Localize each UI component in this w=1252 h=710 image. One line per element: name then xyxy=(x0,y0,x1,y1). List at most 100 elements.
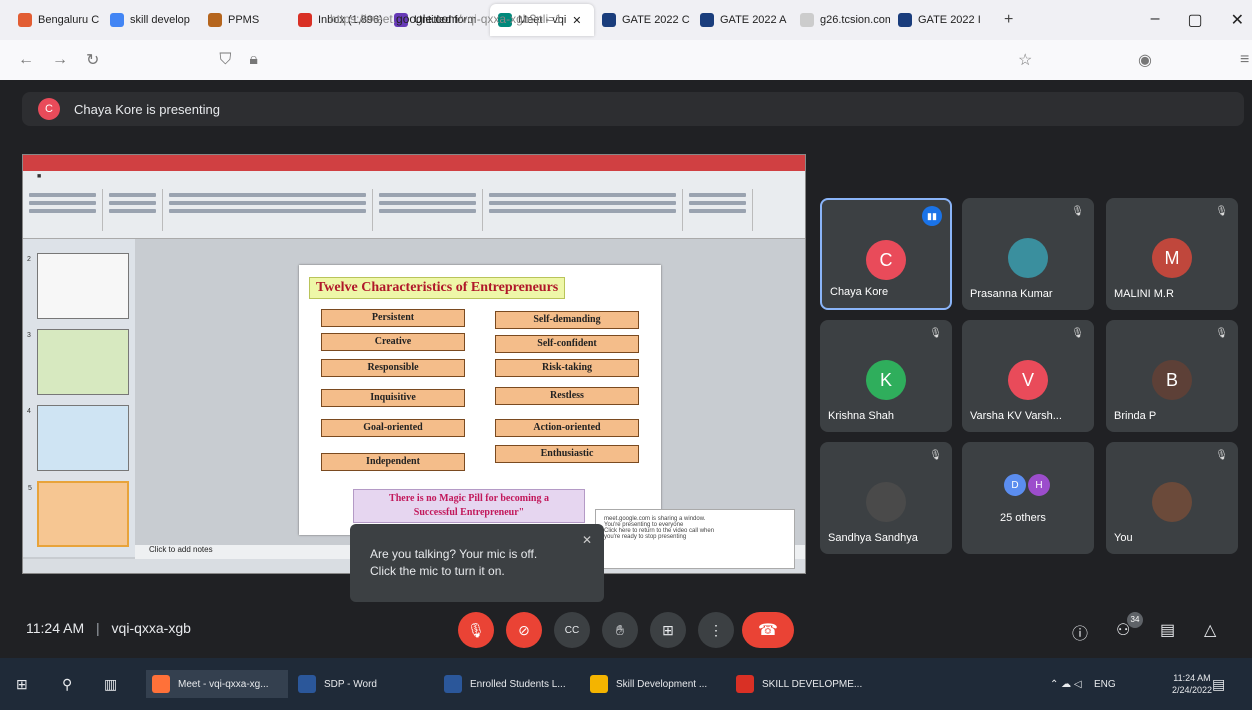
participant-avatar: C xyxy=(866,240,906,280)
mic-muted-icon: 🎙︎ xyxy=(1071,206,1084,217)
participant-name: MALINI M.R xyxy=(1114,288,1174,300)
browser-tab[interactable]: GATE 2022 I xyxy=(890,4,994,36)
trait-box: Responsible xyxy=(321,359,465,377)
app-icon xyxy=(444,675,462,693)
taskbar-app-label: Skill Development ... xyxy=(616,678,708,690)
mic-muted-icon: 🎙︎ xyxy=(929,450,942,461)
participant-avatar xyxy=(1152,482,1192,522)
window-controls: – ▢ ✕ xyxy=(1151,10,1244,30)
taskbar-app[interactable]: Enrolled Students L... xyxy=(438,670,580,698)
trait-box: Independent xyxy=(321,453,465,471)
shield-icon[interactable]: ⛉ xyxy=(219,51,231,69)
camera-off-button[interactable]: ⊘ xyxy=(506,612,542,648)
tab-favicon-icon xyxy=(800,13,814,27)
activities-icon[interactable]: △ xyxy=(1204,620,1216,640)
taskbar-app[interactable]: Skill Development ... xyxy=(584,670,726,698)
taskbar-app-label: SKILL DEVELOPME... xyxy=(762,678,863,690)
slide-thumbnail[interactable]: 2 xyxy=(27,253,129,319)
back-icon[interactable]: ← xyxy=(18,51,34,69)
slide-thumbnail[interactable]: 4 xyxy=(27,405,129,471)
tab-close-icon[interactable]: ✕ xyxy=(572,14,581,27)
more-vertical-icon: ⋮ xyxy=(709,621,723,638)
tab-label: GATE 2022 A xyxy=(720,14,787,26)
end-call-button[interactable]: ☎︎ xyxy=(742,612,794,648)
participant-name: Krishna Shah xyxy=(828,410,895,422)
system-clock[interactable]: 11:24 AM 2/24/2022 xyxy=(1172,672,1212,696)
popup-line: you're ready to stop presenting xyxy=(604,534,687,540)
browser-tab[interactable]: GATE 2022 A xyxy=(692,4,792,36)
slide-title: Twelve Characteristics of Entrepreneurs xyxy=(309,277,566,299)
meeting-time: 11:24 AM xyxy=(26,620,85,636)
participant-tile[interactable]: C Chaya Kore ▮▮ xyxy=(820,198,952,310)
participant-tile[interactable]: Prasanna Kumar 🎙︎ xyxy=(962,198,1094,310)
meeting-details-icon[interactable]: ⓘ xyxy=(1072,620,1088,644)
slide-thumbnail-selected[interactable]: 5 xyxy=(28,481,129,547)
hand-icon: ✋︎ xyxy=(616,621,624,638)
maximize-icon[interactable]: ▢ xyxy=(1187,10,1202,30)
new-tab-button[interactable]: + xyxy=(1004,11,1013,29)
presenting-text: Chaya Kore is presenting xyxy=(74,101,220,117)
more-options-button[interactable]: ⋮ xyxy=(698,612,734,648)
participant-avatar: B xyxy=(1152,360,1192,400)
system-tray-icons[interactable]: ⌃ ☁ ◁ xyxy=(1050,670,1082,698)
chat-icon[interactable]: ▤ xyxy=(1160,620,1175,640)
magic-pill-callout: There is no Magic Pill for becoming a Su… xyxy=(353,489,585,523)
task-view-icon[interactable]: ▥ xyxy=(104,670,117,698)
lock-icon[interactable]: 🔒︎ xyxy=(249,51,258,69)
notification-icon[interactable]: ▤ xyxy=(1212,670,1225,698)
browser-tab[interactable]: skill develop xyxy=(102,4,200,36)
participant-tile[interactable]: V Varsha KV Varsh... 🎙︎ xyxy=(962,320,1094,432)
url-field[interactable]: https://meet.google.com/vqi-qxxa-xgb?pli… xyxy=(330,12,562,26)
taskbar-app[interactable]: SDP - Word xyxy=(292,670,434,698)
windows-start-icon[interactable]: ⊞ xyxy=(16,670,28,698)
participant-tile[interactable]: K Krishna Shah 🎙︎ xyxy=(820,320,952,432)
minimize-icon[interactable]: – xyxy=(1151,10,1160,30)
participant-tile[interactable]: You 🎙︎ xyxy=(1106,442,1238,554)
avatar-chip: D xyxy=(1004,474,1026,496)
captions-icon: CC xyxy=(564,624,580,636)
trait-box: Inquisitive xyxy=(321,389,465,407)
tab-favicon-icon xyxy=(18,13,32,27)
ribbon-tab: ■ xyxy=(37,173,42,180)
participant-tile[interactable]: B Brinda P 🎙︎ xyxy=(1106,320,1238,432)
bookmark-star-icon[interactable]: ☆ xyxy=(1018,50,1032,70)
app-icon xyxy=(590,675,608,693)
presenter-avatar: C xyxy=(38,98,60,120)
participant-name: Sandhya Sandhya xyxy=(828,532,918,544)
powerpoint-ribbon: ■ xyxy=(23,171,805,239)
powerpoint-titlebar xyxy=(23,155,805,171)
app-icon xyxy=(152,675,170,693)
mic-off-button[interactable]: 🎙︎ xyxy=(458,612,494,648)
clock-time: 11:24 AM xyxy=(1173,673,1211,683)
present-button[interactable]: ⊞ xyxy=(650,612,686,648)
raise-hand-button[interactable]: ✋︎ xyxy=(602,612,638,648)
taskbar-app-label: Meet - vqi-qxxa-xg... xyxy=(178,678,269,690)
participant-tile[interactable]: M MALINI M.R 🎙︎ xyxy=(1106,198,1238,310)
address-bar: ← → ↻ ⛉ 🔒︎ ☆ ◉ ≡ xyxy=(0,40,1252,80)
language-indicator[interactable]: ENG xyxy=(1094,670,1116,698)
reload-icon[interactable]: ↻ xyxy=(86,50,99,70)
participant-tile[interactable]: D H 25 others xyxy=(962,442,1094,554)
pocket-icon[interactable]: ◉ xyxy=(1138,50,1152,70)
participant-name: Varsha KV Varsh... xyxy=(970,410,1062,422)
browser-tab[interactable]: GATE 2022 C xyxy=(594,4,692,36)
browser-tab[interactable]: Bengaluru C xyxy=(10,4,102,36)
close-icon[interactable]: ✕ xyxy=(1231,10,1244,30)
menu-icon[interactable]: ≡ xyxy=(1240,51,1249,69)
tab-label: GATE 2022 C xyxy=(622,14,690,26)
close-icon[interactable]: ✕ xyxy=(582,532,592,549)
tab-label: Bengaluru C xyxy=(38,14,100,26)
participant-name: Brinda P xyxy=(1114,410,1157,422)
tooltip-line: Click the mic to turn it on. xyxy=(370,564,505,578)
avatar-chip: H xyxy=(1028,474,1050,496)
captions-button[interactable]: CC xyxy=(554,612,590,648)
forward-icon[interactable]: → xyxy=(52,51,68,69)
browser-tab[interactable]: g26.tcsion.com/ xyxy=(792,4,890,36)
taskbar-app[interactable]: Meet - vqi-qxxa-xg... xyxy=(146,670,288,698)
search-icon[interactable]: ⚲ xyxy=(62,670,72,698)
participant-tile[interactable]: Sandhya Sandhya 🎙︎ xyxy=(820,442,952,554)
browser-tab[interactable]: PPMS xyxy=(200,4,290,36)
slide-thumbnail[interactable]: 3 xyxy=(27,329,129,395)
taskbar-app[interactable]: SKILL DEVELOPME... xyxy=(730,670,872,698)
mic-muted-icon: 🎙︎ xyxy=(929,328,942,339)
